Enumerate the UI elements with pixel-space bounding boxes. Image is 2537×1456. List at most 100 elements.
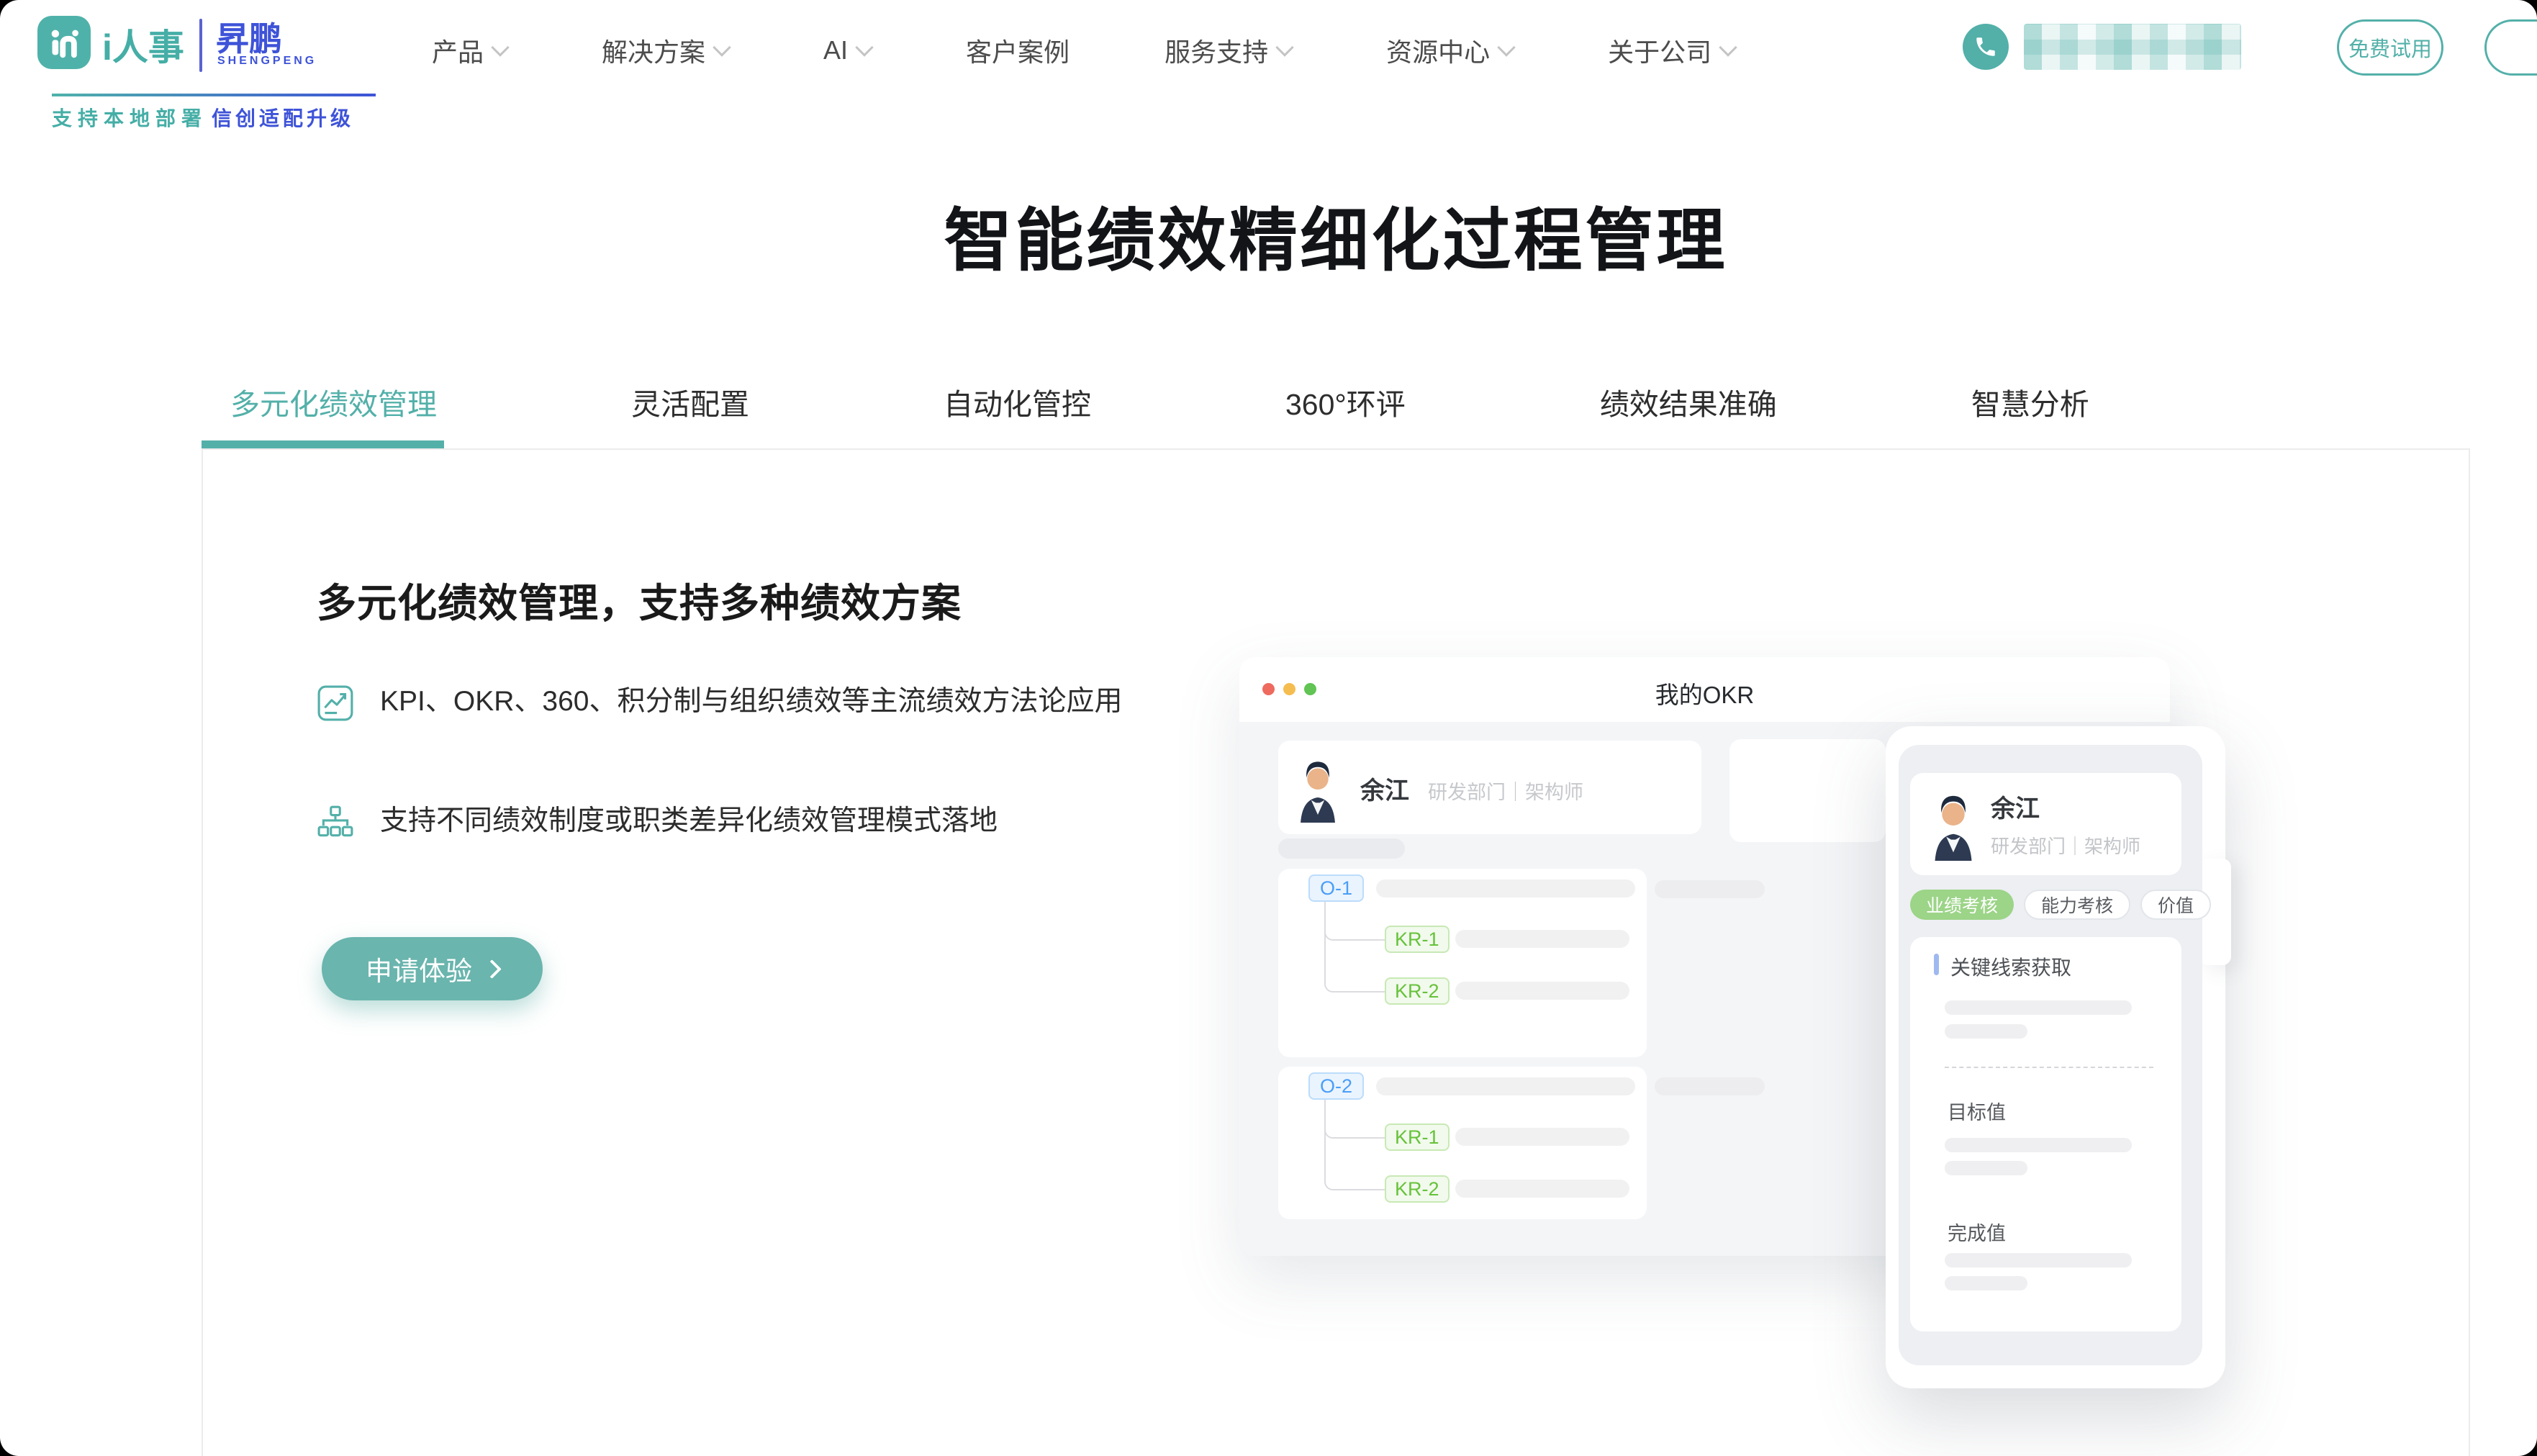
- tab-auto-control[interactable]: 自动化管控: [944, 380, 1091, 423]
- brand-divider: [199, 19, 202, 72]
- tag-ability-review[interactable]: 能力考核: [2024, 890, 2130, 920]
- avatar: [1932, 790, 1975, 861]
- employee-dept: 研发部门｜架构师: [1428, 777, 1583, 805]
- kr-tag: KR-1: [1385, 926, 1450, 953]
- placeholder-bar: [1945, 1000, 2132, 1015]
- employee-dept: 研发部门｜架构师: [1991, 832, 2140, 859]
- nav-item-label: 资源中心: [1386, 32, 1490, 69]
- nav-item-label: 产品: [432, 32, 484, 69]
- placeholder-bar: [1945, 1024, 2027, 1039]
- apply-trial-label: 申请体验: [366, 949, 472, 988]
- feature-panel: 多元化绩效管理，支持多种绩效方案 KPI、OKR、360、积分制与组织绩效等主流…: [202, 448, 2470, 1456]
- tab-multi-performance[interactable]: 多元化绩效管理: [230, 380, 437, 423]
- tab-360-review[interactable]: 360°环评: [1285, 380, 1406, 423]
- chevron-down-icon: [1275, 38, 1293, 56]
- employee-card-partial: [1729, 739, 1886, 842]
- nav-item-label: 服务支持: [1165, 32, 1268, 69]
- tab-accurate-results[interactable]: 绩效结果准确: [1600, 380, 1777, 423]
- kr-tag: KR-1: [1385, 1123, 1450, 1151]
- overlay-inner-panel: 余江 研发部门｜架构师 业绩考核 能力考核 价值 关键线索获取 目标值: [1899, 745, 2202, 1365]
- nav-item-about[interactable]: 关于公司: [1608, 32, 1735, 69]
- tab-flexible-config[interactable]: 灵活配置: [631, 380, 749, 423]
- nav-item-label: 关于公司: [1608, 32, 1711, 69]
- objective-tag: O-2: [1308, 1072, 1364, 1100]
- tree-connector: [1324, 902, 1385, 992]
- accent-bar: [1934, 954, 1939, 975]
- placeholder-bar: [1945, 1138, 2132, 1152]
- review-overlay-panel: 余江 研发部门｜架构师 业绩考核 能力考核 价值 关键线索获取 目标值: [1886, 726, 2225, 1388]
- feature-bullet: KPI、OKR、360、积分制与组织绩效等主流绩效方法论应用: [317, 677, 1231, 726]
- target-value-label: 目标值: [1948, 1097, 2006, 1125]
- feature-heading: 多元化绩效管理，支持多种绩效方案: [317, 571, 962, 628]
- chevron-down-icon: [855, 38, 873, 56]
- placeholder-pill: [1278, 838, 1405, 859]
- placeholder-bar: [1945, 1276, 2027, 1290]
- active-tab-underline: [202, 440, 444, 448]
- nav-item-products[interactable]: 产品: [432, 32, 507, 69]
- page-title: 智能绩效精细化过程管理: [202, 186, 2470, 284]
- nav-item-cases[interactable]: 客户案例: [966, 32, 1069, 69]
- phone-icon: [1963, 24, 2009, 70]
- page: i人事 昇鹏 SHENGPENG 支持本地部署 信创适配升级 产品 解决方案 A…: [0, 0, 2537, 1456]
- window-title: 我的OKR: [1239, 676, 2170, 710]
- tab-smart-analysis[interactable]: 智慧分析: [1971, 380, 2089, 423]
- detail-section-title: 关键线索获取: [1950, 952, 2071, 981]
- placeholder-bar: [1376, 1077, 1635, 1095]
- placeholder-bar: [1455, 930, 1629, 948]
- placeholder-bar: [1945, 1161, 2027, 1175]
- brand-name-primary: i人事: [102, 19, 184, 71]
- kr-tag: KR-2: [1385, 1175, 1450, 1203]
- placeholder-bar: [1376, 880, 1635, 897]
- phone-handset-glyph: [1973, 35, 1998, 59]
- dashed-divider: [1945, 1067, 2153, 1068]
- placeholder-bar: [1655, 1077, 1765, 1095]
- nav-item-support[interactable]: 服务支持: [1165, 32, 1291, 69]
- feature-tabs: 多元化绩效管理 灵活配置 自动化管控 360°环评 绩效结果准确 智慧分析: [230, 380, 2089, 423]
- tag-value[interactable]: 价值: [2140, 890, 2211, 920]
- free-trial-button[interactable]: 免费试用: [2337, 19, 2443, 76]
- phone-number-blurred: [2024, 24, 2241, 70]
- done-value-label: 完成值: [1948, 1218, 2006, 1246]
- brand-name-secondary-sub: SHENGPENG: [217, 55, 317, 68]
- feature-bullet-text: KPI、OKR、360、积分制与组织绩效等主流绩效方法论应用: [380, 677, 1122, 726]
- employee-name: 余江: [1360, 771, 1409, 806]
- placeholder-bar: [1655, 880, 1765, 898]
- nav-item-label: AI: [823, 35, 848, 65]
- nav-item-label: 客户案例: [966, 32, 1069, 69]
- objective-tag: O-1: [1308, 874, 1364, 902]
- review-detail-card: 关键线索获取 目标值 完成值: [1910, 937, 2181, 1331]
- org-structure-icon: [317, 804, 354, 841]
- brand-name-secondary: 昇鹏: [216, 13, 282, 60]
- tree-connector: [1324, 1100, 1385, 1190]
- nav-item-solutions[interactable]: 解决方案: [602, 32, 728, 69]
- chevron-down-icon: [713, 38, 731, 56]
- okr-card-2: O-2 KR-1 KR-2: [1278, 1067, 1647, 1219]
- employee-name: 余江: [1991, 789, 2040, 824]
- placeholder-bar: [1455, 982, 1629, 1000]
- trend-chart-icon: [317, 684, 354, 722]
- ihr-logo-icon[interactable]: [37, 16, 91, 69]
- logo-glyph: [45, 24, 83, 61]
- window-titlebar: 我的OKR: [1239, 657, 2170, 722]
- chevron-down-icon: [491, 38, 509, 56]
- apply-trial-button[interactable]: 申请体验: [322, 937, 543, 1000]
- tag-performance-review[interactable]: 业绩考核: [1910, 890, 2014, 920]
- brand-slogan-left: 支持本地部署: [52, 103, 207, 132]
- feature-bullet-text: 支持不同绩效制度或职类差异化绩效管理模式落地: [380, 797, 998, 846]
- brand-slogan-right: 信创适配升级: [212, 103, 354, 132]
- chevron-right-icon: [482, 959, 502, 979]
- employee-profile-card: 余江 研发部门｜架构师: [1910, 773, 2181, 875]
- placeholder-bar: [1945, 1253, 2132, 1267]
- login-button-partial[interactable]: [2484, 19, 2537, 76]
- chevron-down-icon: [1497, 38, 1515, 56]
- nav-item-ai[interactable]: AI: [823, 35, 871, 65]
- employee-card: 余江 研发部门｜架构师: [1278, 741, 1701, 834]
- okr-card-1: O-1 KR-1 KR-2: [1278, 869, 1647, 1057]
- placeholder-bar: [1455, 1180, 1629, 1198]
- nav-item-resources[interactable]: 资源中心: [1386, 32, 1513, 69]
- nav-item-label: 解决方案: [602, 32, 705, 69]
- placeholder-bar: [1455, 1128, 1629, 1146]
- brand-gradient-line: [52, 94, 376, 96]
- avatar: [1297, 756, 1339, 823]
- chevron-down-icon: [1719, 38, 1737, 56]
